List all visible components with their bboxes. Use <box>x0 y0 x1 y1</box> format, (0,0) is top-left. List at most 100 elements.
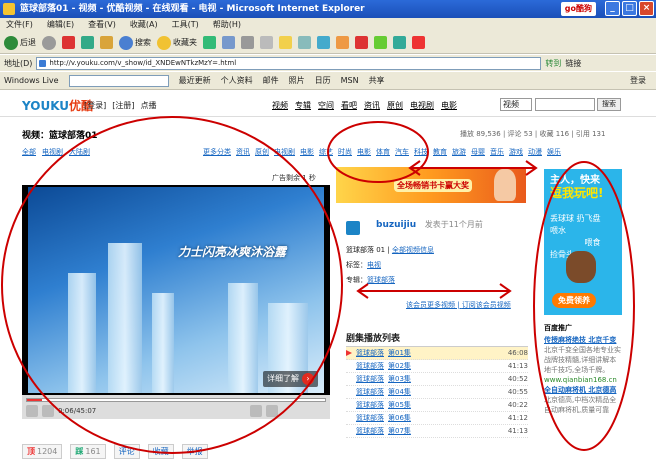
sponsored-link[interactable]: 传授麻将绝技 北京千变 <box>544 335 622 345</box>
cat-link[interactable]: 旅游 <box>452 147 466 157</box>
windows-live-brand[interactable]: Windows Live <box>4 76 59 85</box>
cat-link[interactable]: 体育 <box>376 147 390 157</box>
print-icon[interactable] <box>241 36 254 49</box>
cat-link[interactable]: 综艺 <box>319 147 333 157</box>
subscribe-link[interactable]: 订阅该会员视频 <box>462 301 511 309</box>
breadcrumb-all[interactable]: 全部 <box>22 147 36 157</box>
edit-icon[interactable] <box>260 36 273 49</box>
nav-video[interactable]: 视频 <box>272 100 288 111</box>
url-field[interactable]: http://v.youku.com/v_show/id_XNDEwNTkzMz… <box>36 56 542 70</box>
green-plugin-icon[interactable] <box>374 36 387 49</box>
side-ad[interactable]: 主人，快来 逗我玩吧! 丢球球 扔飞盘 喂水 喂食 捡骨头 免费领养 <box>544 169 622 315</box>
qq-icon[interactable] <box>336 36 349 49</box>
cat-link[interactable]: 动漫 <box>528 147 542 157</box>
nav-bar[interactable]: 看吧 <box>341 100 357 111</box>
youku-logo[interactable]: YOUKU优酷 <box>22 97 93 114</box>
links-recent[interactable]: 最近更新 <box>179 75 211 86</box>
search-type-select[interactable]: 视频 <box>500 98 532 111</box>
history-icon[interactable] <box>203 36 216 49</box>
note-icon[interactable] <box>279 36 292 49</box>
youku-search-button[interactable]: 搜索 <box>597 98 621 111</box>
cat-link[interactable]: 母婴 <box>471 147 485 157</box>
sponsored-link[interactable]: 全自动麻将机 北京德高 <box>544 385 622 395</box>
list-item[interactable]: 篮球部落 第05集 40:22 <box>346 399 528 412</box>
links-profile[interactable]: 个人资料 <box>221 75 253 86</box>
links-mail[interactable]: 邮件 <box>263 75 279 86</box>
cat-link[interactable]: 游戏 <box>509 147 523 157</box>
go-button[interactable]: 转到 <box>545 58 561 69</box>
avatar[interactable] <box>346 221 360 235</box>
all-info-link[interactable]: 全部视频信息 <box>392 246 434 254</box>
nav-tv[interactable]: 电视剧 <box>410 100 434 111</box>
tag-link[interactable]: 电视 <box>367 261 381 269</box>
favorites-button[interactable]: 收藏夹 <box>157 35 197 50</box>
plugin-icon[interactable] <box>355 36 368 49</box>
stop-button[interactable] <box>42 405 54 417</box>
links-msn[interactable]: MSN <box>341 76 359 85</box>
login-link[interactable]: [登录] <box>84 100 106 111</box>
cat-link[interactable]: 音乐 <box>490 147 504 157</box>
ondemand-link[interactable]: 点播 <box>141 100 157 111</box>
uploader-name[interactable]: buzuijiu <box>376 220 416 230</box>
list-item[interactable]: 篮球部落 第07集 41:13 <box>346 425 528 438</box>
bury-button[interactable]: 踩 161 <box>70 443 106 459</box>
list-item[interactable]: 篮球部落 第06集 41:12 <box>346 412 528 425</box>
swirl-icon[interactable] <box>393 36 406 49</box>
sponsored-url[interactable]: www.qianbian168.cn <box>544 375 622 385</box>
video-player[interactable]: 力士闪亮冰爽沐浴露 详细了解 › 0:06/45:07 <box>22 185 330 419</box>
forward-button[interactable] <box>42 35 56 50</box>
menu-edit[interactable]: 编辑(E) <box>47 18 74 32</box>
cat-link[interactable]: 电影 <box>300 147 314 157</box>
breadcrumb-tv[interactable]: 电视剧 <box>42 147 63 157</box>
links-login[interactable]: 登录 <box>630 75 646 86</box>
cat-link[interactable]: 娱乐 <box>547 147 561 157</box>
search-button[interactable]: 搜索 <box>119 35 151 50</box>
menu-tools[interactable]: 工具(T) <box>172 18 199 32</box>
cat-link[interactable]: 汽车 <box>395 147 409 157</box>
red-plugin-icon[interactable] <box>412 36 425 49</box>
links-photos[interactable]: 照片 <box>289 75 305 86</box>
cat-link[interactable]: 教育 <box>433 147 447 157</box>
cat-link[interactable]: 资讯 <box>236 147 250 157</box>
links-share[interactable]: 共享 <box>369 75 385 86</box>
album-link[interactable]: 篮球部落 <box>367 276 395 284</box>
comment-button[interactable]: 评论 <box>113 443 140 459</box>
video-screen[interactable]: 力士闪亮冰爽沐浴露 详细了解 › <box>28 187 324 393</box>
volume-icon[interactable] <box>250 405 263 417</box>
breadcrumb-mainland[interactable]: 大陆剧 <box>69 147 90 157</box>
favorite-button[interactable]: 收藏 <box>147 443 174 459</box>
menu-view[interactable]: 查看(V) <box>88 18 116 32</box>
play-button[interactable] <box>26 405 38 417</box>
menu-favorites[interactable]: 收藏(A) <box>130 18 158 32</box>
nav-movie[interactable]: 电影 <box>441 100 457 111</box>
menu-help[interactable]: 帮助(H) <box>213 18 241 32</box>
list-item[interactable]: 篮球部落 第03集 40:52 <box>346 373 528 386</box>
kugou-ext[interactable]: go酷狗 <box>560 2 596 16</box>
progress-bar[interactable] <box>26 398 326 402</box>
cat-link[interactable]: 电影 <box>357 147 371 157</box>
youku-search-input[interactable] <box>535 98 595 111</box>
list-item[interactable]: 篮球部落 第02集 41:13 <box>346 360 528 373</box>
home-icon[interactable] <box>100 36 113 49</box>
list-item[interactable]: 篮球部落 第01集 46:08 <box>346 347 528 360</box>
more-videos-link[interactable]: 该会员更多视频 <box>406 301 455 309</box>
nav-album[interactable]: 专辑 <box>295 100 311 111</box>
live-search-input[interactable] <box>68 74 169 87</box>
adopt-button[interactable]: 免费领养 <box>552 293 596 308</box>
register-link[interactable]: [注册] <box>112 100 134 111</box>
stop-icon[interactable] <box>62 36 75 49</box>
nav-news[interactable]: 资讯 <box>364 100 380 111</box>
fullscreen-button[interactable] <box>266 405 279 417</box>
menu-file[interactable]: 文件(F) <box>6 18 33 32</box>
cat-link[interactable]: 时尚 <box>338 147 352 157</box>
links-calendar[interactable]: 日历 <box>315 75 331 86</box>
messenger-icon[interactable] <box>317 36 330 49</box>
minimize-button[interactable]: _ <box>605 1 620 16</box>
nav-original[interactable]: 原创 <box>387 100 403 111</box>
pen-icon[interactable] <box>298 36 311 49</box>
cat-link[interactable]: 科技 <box>414 147 428 157</box>
nav-space[interactable]: 空间 <box>318 100 334 111</box>
digg-button[interactable]: 顶 1204 <box>22 443 63 459</box>
cat-link[interactable]: 电视剧 <box>274 147 295 157</box>
cat-link[interactable]: 更多分类 <box>203 147 231 157</box>
